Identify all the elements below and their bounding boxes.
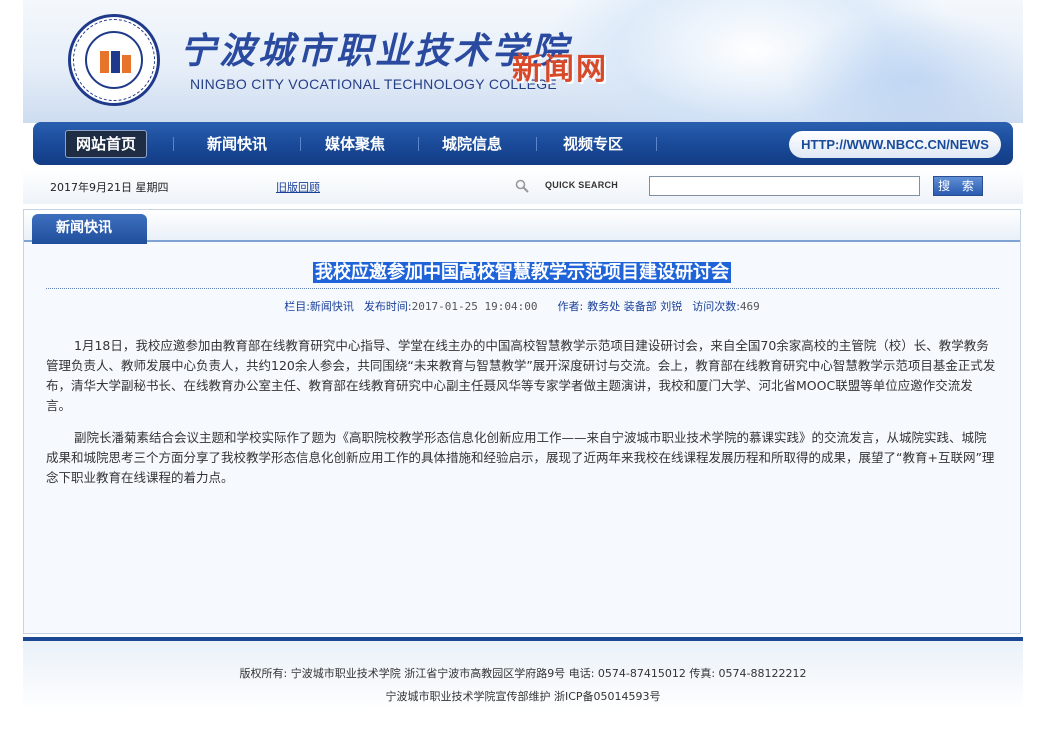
content-panel: 新闻快讯 我校应邀参加中国高校智慧教学示范项目建设研讨会 栏目:新闻快讯 发布时间… (23, 209, 1021, 634)
footer-copyright: 版权所有: 宁波城市职业技术学院 浙江省宁波市高教园区学府路9号 电话: 057… (239, 667, 807, 680)
footer: 版权所有: 宁波城市职业技术学院 浙江省宁波市高教园区学府路9号 电话: 057… (23, 641, 1023, 711)
nav-item-video[interactable]: 视频专区 (561, 129, 625, 159)
article-paragraph: 1月18日，我校应邀参加由教育部在线教育研究中心指导、学堂在线主办的中国高校智慧… (46, 338, 996, 413)
search-input[interactable] (649, 176, 920, 196)
meta-time-value: 2017-01-25 19:04:00 (411, 300, 538, 313)
meta-views-label: 访问次数: (692, 300, 740, 313)
nav-item-college-info[interactable]: 城院信息 (440, 129, 504, 159)
old-version-link[interactable]: 旧版回顾 (276, 179, 320, 195)
quick-search-label: QUICK SEARCH (545, 180, 619, 190)
header-banner: 宁波城市职业技术学院 NINGBO CITY VOCATIONAL TECHNO… (23, 0, 1023, 123)
college-seal-icon[interactable] (68, 14, 160, 106)
article-title: 我校应邀参加中国高校智慧教学示范项目建设研讨会 (24, 258, 1020, 284)
panel-tabstrip: 新闻快讯 (24, 210, 1020, 244)
meta-time-label: 发布时间: (363, 300, 412, 313)
nav-separator (656, 137, 657, 151)
divider (46, 288, 999, 289)
nav-separator (418, 137, 419, 151)
article-title-text: 我校应邀参加中国高校智慧教学示范项目建设研讨会 (313, 262, 731, 283)
nav-separator (536, 137, 537, 151)
nav-item-home[interactable]: 网站首页 (65, 130, 148, 158)
site-name: 新闻网 (512, 52, 608, 87)
seal-mark (100, 51, 132, 73)
site-url-badge[interactable]: HTTP://WWW.NBCC.CN/NEWS (789, 131, 1001, 158)
tab-news[interactable]: 新闻快讯 (32, 214, 147, 244)
article-paragraph: 副院长潘菊素结合会议主题和学校实际作了题为《高职院校教学形态信息化创新应用工作—… (46, 430, 995, 485)
nav-separator (173, 137, 174, 151)
article-meta: 栏目:新闻快讯 发布时间:2017-01-25 19:04:00 作者: 教务处 装备… (24, 298, 1020, 314)
nav-item-news[interactable]: 新闻快讯 (205, 129, 269, 159)
search-icon (515, 179, 529, 193)
current-date: 2017年9月21日 星期四 (50, 181, 169, 194)
college-name-en: NINGBO CITY VOCATIONAL TECHNOLOGY COLLEG… (190, 76, 558, 92)
footer-maintainer: 宁波城市职业技术学院宣传部维护 浙ICP备05014593号 (385, 690, 661, 703)
main-nav: 网站首页 新闻快讯 媒体聚焦 城院信息 视频专区 HTTP://WWW.NBCC… (33, 122, 1013, 165)
article-body: 1月18日，我校应邀参加由教育部在线教育研究中心指导、学堂在线主办的中国高校智慧… (46, 336, 996, 500)
utility-bar: 2017年9月21日 星期四 旧版回顾 QUICK SEARCH 搜 索 (23, 168, 1023, 204)
search-button[interactable]: 搜 索 (933, 176, 983, 196)
meta-author-label: 作者: (557, 300, 584, 313)
meta-author-value: 教务处 装备部 刘锐 (587, 300, 683, 313)
seal-inner (85, 31, 143, 89)
meta-column-label: 栏目: (284, 300, 310, 313)
page: 宁波城市职业技术学院 NINGBO CITY VOCATIONAL TECHNO… (23, 0, 1023, 735)
meta-column-value: 新闻快讯 (309, 300, 354, 313)
nav-item-media[interactable]: 媒体聚焦 (323, 129, 387, 159)
meta-views-value: 469 (739, 300, 760, 313)
nav-separator (300, 137, 301, 151)
